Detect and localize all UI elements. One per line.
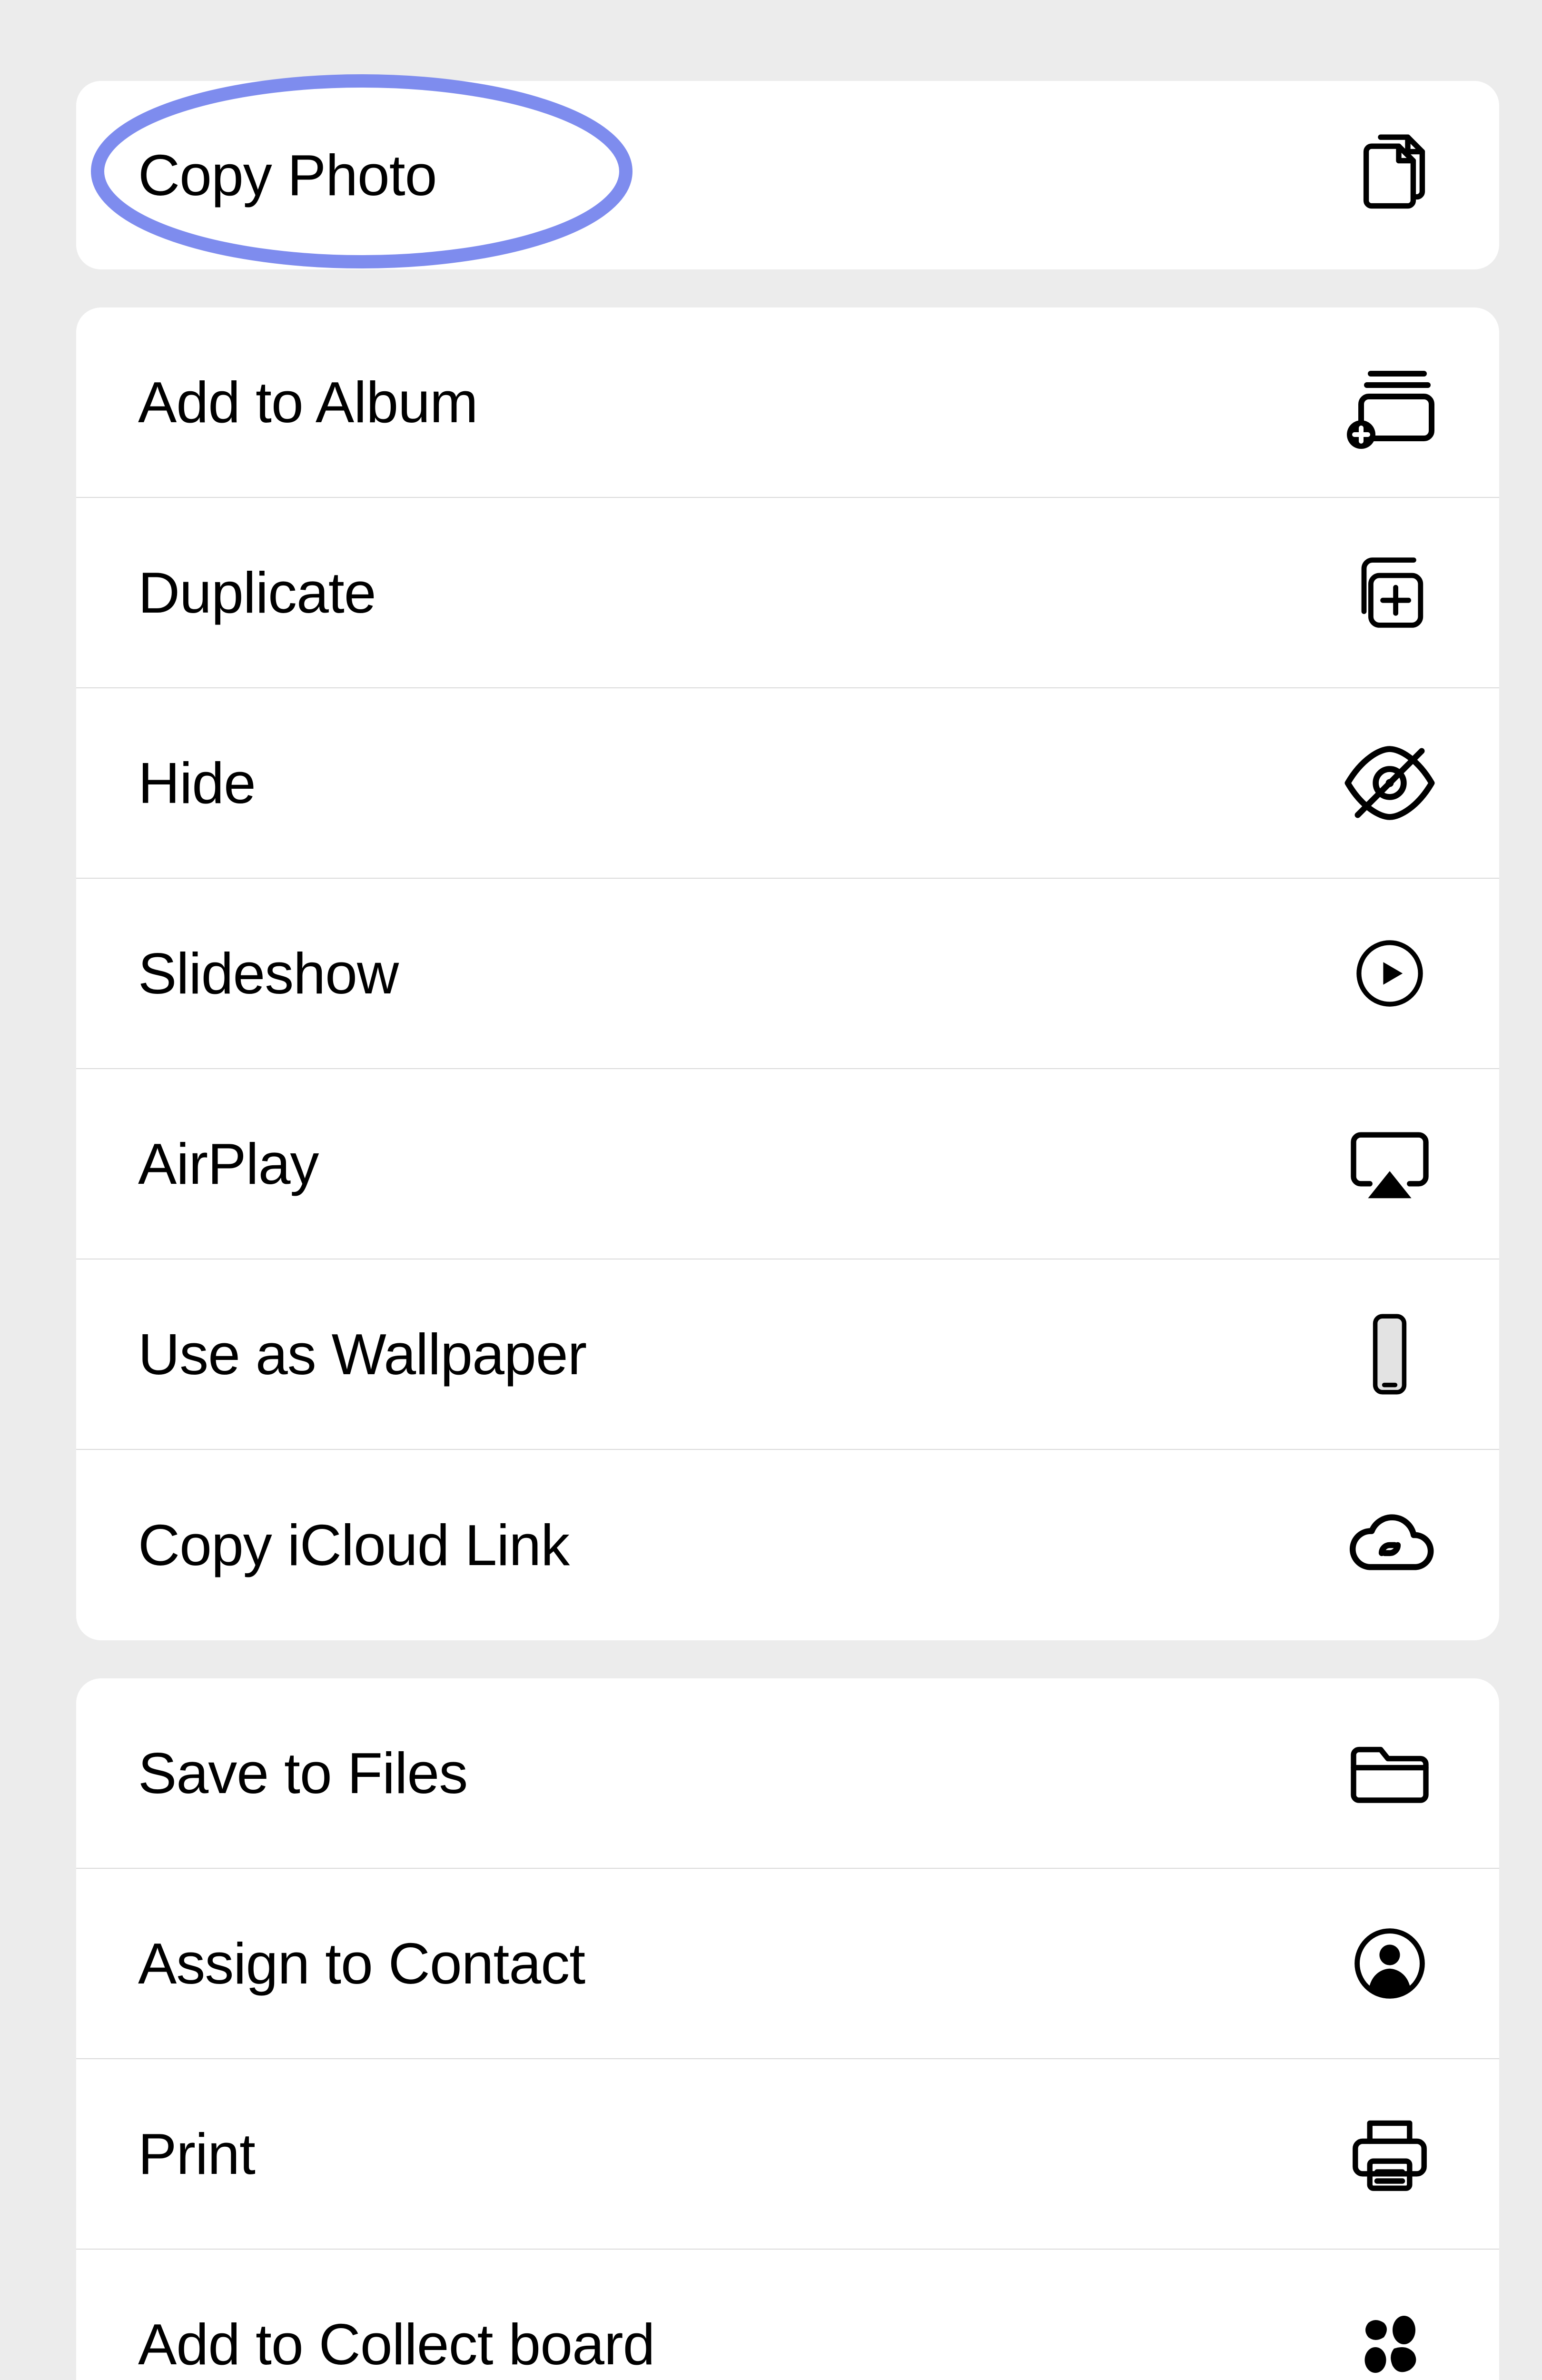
menu-item-save-to-files[interactable]: Save to Files [76, 1678, 1499, 1869]
duplicate-icon [1342, 545, 1437, 640]
menu-item-airplay[interactable]: AirPlay [76, 1069, 1499, 1259]
link-cloud-icon [1342, 1497, 1437, 1593]
menu-item-assign-to-contact[interactable]: Assign to Contact [76, 1869, 1499, 2059]
airplay-icon [1342, 1116, 1437, 1211]
menu-item-label: AirPlay [138, 1130, 318, 1197]
folder-icon [1342, 1726, 1437, 1821]
menu-item-use-as-wallpaper[interactable]: Use as Wallpaper [76, 1259, 1499, 1450]
menu-item-label: Slideshow [138, 940, 398, 1007]
menu-item-label: Save to Files [138, 1740, 467, 1806]
menu-item-label: Add to Album [138, 369, 478, 436]
menu-item-add-to-collect-board[interactable]: Add to Collect board [76, 2250, 1499, 2380]
menu-item-label: Copy iCloud Link [138, 1512, 569, 1578]
menu-item-duplicate[interactable]: Duplicate [76, 498, 1499, 688]
collect-icon [1342, 2297, 1437, 2380]
menu-item-label: Use as Wallpaper [138, 1321, 586, 1388]
menu-group-1: Copy Photo [76, 81, 1499, 269]
menu-item-label: Print [138, 2121, 255, 2187]
play-circle-icon [1342, 926, 1437, 1021]
doc-on-doc-icon [1342, 128, 1437, 223]
menu-item-label: Duplicate [138, 559, 376, 626]
menu-group-3: Save to Files Assign to Contact Print Ad… [76, 1678, 1499, 2380]
menu-item-label: Assign to Contact [138, 1930, 585, 1997]
eye-slash-icon [1342, 735, 1437, 831]
menu-item-copy-icloud-link[interactable]: Copy iCloud Link [76, 1450, 1499, 1640]
menu-item-label: Copy Photo [138, 142, 437, 208]
menu-item-slideshow[interactable]: Slideshow [76, 879, 1499, 1069]
menu-item-hide[interactable]: Hide [76, 688, 1499, 879]
menu-item-copy-photo[interactable]: Copy Photo [76, 81, 1499, 269]
menu-item-label: Hide [138, 750, 256, 816]
menu-item-add-to-album[interactable]: Add to Album [76, 307, 1499, 498]
printer-icon [1342, 2106, 1437, 2202]
iphone-icon [1342, 1307, 1437, 1402]
menu-item-print[interactable]: Print [76, 2059, 1499, 2250]
action-sheet: Copy Photo Add to Album Duplicate Hide [76, 81, 1499, 2380]
person-circle-icon [1342, 1916, 1437, 2011]
menu-item-label: Add to Collect board [138, 2311, 654, 2378]
menu-group-2: Add to Album Duplicate Hide Slideshow Ai… [76, 307, 1499, 1640]
album-add-icon [1342, 355, 1437, 450]
